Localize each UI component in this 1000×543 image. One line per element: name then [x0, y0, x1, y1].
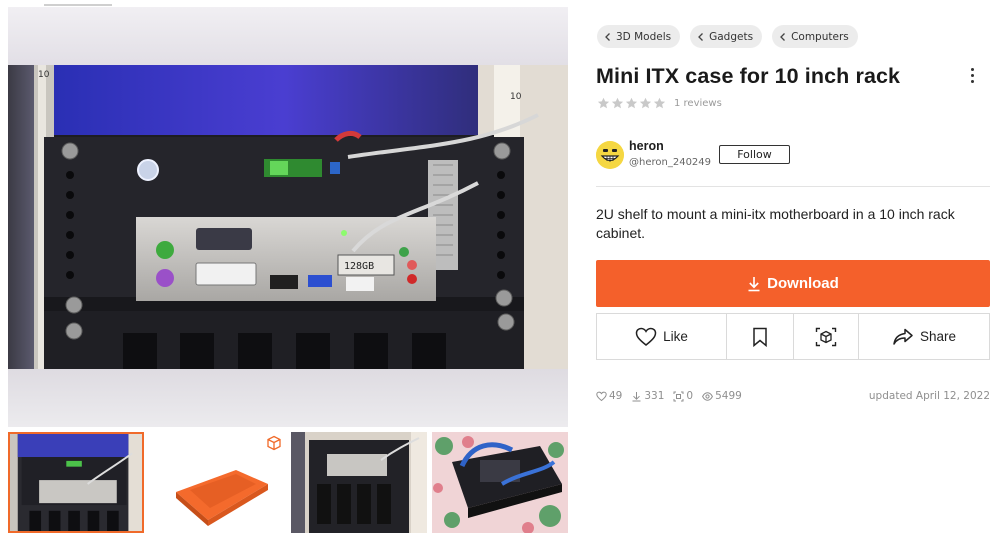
rating[interactable]: 1 reviews: [597, 97, 722, 110]
image-letterbox-bottom: [8, 369, 568, 427]
breadcrumb-gadgets[interactable]: Gadgets: [690, 25, 763, 48]
thumbnail-4[interactable]: [432, 432, 568, 533]
star-icon: [611, 97, 624, 109]
avatar[interactable]: [596, 141, 624, 169]
main-photo: 10 10 128GB: [8, 65, 568, 369]
breadcrumb-computers[interactable]: Computers: [772, 25, 858, 48]
thumbnail-photo-on-table: [432, 432, 568, 533]
grin-face-icon: [596, 141, 624, 169]
share-label: Share: [919, 329, 957, 344]
stat-makes-icon: [673, 391, 684, 401]
reviews-count[interactable]: 1 reviews: [674, 98, 722, 109]
chevron-left-icon: [605, 32, 610, 41]
stats-row: 49 331 0 5499 updated April 12, 2022: [596, 388, 990, 404]
share-button[interactable]: Share: [859, 314, 989, 359]
thumbnail-1[interactable]: [8, 432, 144, 533]
star-icon: [625, 97, 638, 109]
stat-heart-icon: [596, 391, 607, 401]
download-arrow-icon: [748, 276, 760, 291]
tab-indicator: [44, 4, 112, 6]
kebab-menu-icon[interactable]: [965, 66, 979, 86]
thumbnail-photo-rack-front: [10, 434, 142, 531]
chevron-left-icon: [698, 32, 704, 41]
breadcrumb-label: Computers: [791, 30, 849, 43]
like-button[interactable]: Like: [597, 314, 727, 359]
chevron-left-icon: [780, 32, 786, 41]
stat-views-value: 5499: [715, 390, 742, 402]
action-bar: Like Share: [596, 313, 990, 360]
description: 2U shelf to mount a mini-itx motherboard…: [596, 206, 955, 241]
ar-view-icon: [815, 327, 837, 346]
stat-downloads: 331: [631, 390, 664, 402]
thumbnail-2[interactable]: [150, 432, 286, 533]
cube-3d-icon: [267, 435, 281, 451]
share-icon: [893, 328, 913, 345]
breadcrumb-label: Gadgets: [709, 30, 754, 43]
thumbnail-photo-rack-tall: [291, 432, 427, 533]
image-letterbox-top: [8, 7, 568, 65]
follow-button[interactable]: Follow: [719, 145, 790, 164]
stat-makes-value: 0: [686, 390, 694, 402]
author-name[interactable]: heron: [629, 139, 664, 153]
author-handle: @heron_240249: [629, 157, 712, 168]
ram-tag-label: 128GB: [344, 261, 374, 272]
stat-likes: 49: [596, 390, 622, 402]
star-icon: [639, 97, 652, 109]
heart-icon: [635, 327, 657, 346]
author-card: heron @heron_240249 Follow: [596, 138, 990, 178]
breadcrumb-label: 3D Models: [616, 30, 672, 43]
rack-number-right: 10: [510, 92, 522, 102]
download-button[interactable]: Download: [596, 260, 990, 307]
stat-likes-value: 49: [609, 390, 623, 402]
rack-number-top: 10: [38, 70, 50, 80]
top-edge: [0, 0, 1000, 6]
breadcrumb: 3D Models Gadgets Computers: [597, 25, 858, 48]
stat-download-icon: [632, 391, 641, 401]
ar-view-button[interactable]: [794, 314, 859, 359]
page-title: Mini ITX case for 10 inch rack: [596, 64, 901, 88]
updated-date: updated April 12, 2022: [868, 390, 990, 402]
download-label: Download: [767, 275, 839, 292]
bookmark-icon: [753, 327, 767, 347]
divider: [596, 186, 990, 187]
bookmark-button[interactable]: [727, 314, 794, 359]
breadcrumb-3d-models[interactable]: 3D Models: [597, 25, 681, 48]
star-icon: [597, 97, 610, 109]
stat-eye-icon: [702, 391, 714, 401]
like-label: Like: [663, 329, 688, 344]
stat-views: 5499: [702, 390, 742, 402]
thumbnail-3[interactable]: [291, 432, 427, 533]
star-rating: [597, 97, 666, 110]
star-icon: [653, 97, 666, 109]
stat-downloads-value: 331: [644, 390, 665, 402]
main-image-viewer[interactable]: 10 10 128GB: [8, 7, 568, 427]
stat-makes: 0: [673, 390, 693, 402]
